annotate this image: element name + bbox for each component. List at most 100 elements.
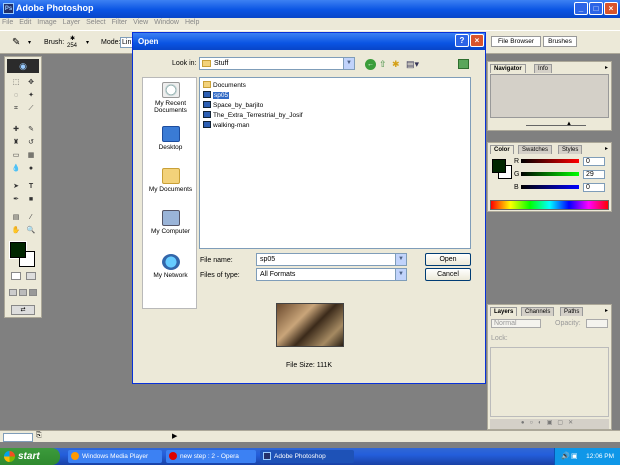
foreground-color-front[interactable]: [10, 242, 26, 258]
screen-mode-standard-icon[interactable]: [9, 289, 17, 296]
status-menu-arrow-icon[interactable]: ▶: [172, 432, 177, 440]
lasso-tool-icon[interactable]: ◌: [10, 90, 22, 101]
list-item[interactable]: Documents: [203, 81, 246, 90]
tab-info[interactable]: Info: [534, 64, 553, 73]
tool-preset-chevron-icon[interactable]: ▾: [28, 39, 31, 46]
menu-help[interactable]: Help: [183, 18, 201, 27]
view-menu-icon[interactable]: ▤▾: [406, 59, 419, 70]
tab-styles[interactable]: Styles: [558, 145, 583, 154]
brushes-tab[interactable]: Brushes: [543, 36, 577, 47]
file-name-input[interactable]: sp05 ▼: [256, 253, 407, 266]
menu-filter[interactable]: Filter: [110, 18, 130, 27]
menu-layer[interactable]: Layer: [61, 18, 83, 27]
g-value-input[interactable]: 29: [583, 170, 605, 179]
tab-color[interactable]: Color: [490, 145, 514, 154]
tab-channels[interactable]: Channels: [521, 307, 555, 316]
opacity-input[interactable]: [586, 319, 608, 328]
list-item[interactable]: walking-man: [203, 121, 250, 130]
place-desktop[interactable]: Desktop: [143, 126, 198, 151]
dialog-help-button[interactable]: ?: [455, 34, 469, 47]
r-slider[interactable]: [521, 159, 579, 163]
crop-tool-icon[interactable]: ⌗: [10, 103, 22, 114]
minimize-button[interactable]: _: [574, 2, 588, 15]
place-recent[interactable]: My Recent Documents: [143, 82, 198, 114]
file-browser-tab[interactable]: File Browser: [491, 36, 541, 47]
clone-stamp-tool-icon[interactable]: ♜: [10, 137, 22, 148]
back-icon[interactable]: ←: [365, 59, 376, 70]
cancel-button[interactable]: Cancel: [425, 268, 471, 281]
r-value-input[interactable]: 0: [583, 157, 605, 166]
g-slider[interactable]: [521, 172, 579, 176]
dodge-tool-icon[interactable]: ●: [25, 163, 37, 174]
place-my-network[interactable]: My Network: [143, 254, 198, 279]
screen-mode-full-menu-icon[interactable]: [19, 289, 27, 296]
b-value-input[interactable]: 0: [583, 183, 605, 192]
screen-mode-full-icon[interactable]: [29, 289, 37, 296]
layers-palette-menu-icon[interactable]: ▸: [605, 307, 608, 314]
place-my-documents[interactable]: My Documents: [143, 168, 198, 193]
taskbar-item-photoshop[interactable]: Adobe Photoshop: [260, 450, 354, 463]
palette-menu-icon[interactable]: ▸: [605, 64, 608, 71]
type-tool-icon[interactable]: T: [25, 181, 37, 192]
navigator-zoom-slider[interactable]: ▲: [496, 121, 608, 129]
brush-preview-icon[interactable]: ✱: [70, 35, 75, 42]
menu-window[interactable]: Window: [152, 18, 181, 27]
brush-picker-chevron-icon[interactable]: ▾: [86, 39, 89, 46]
photoshop-eye-icon[interactable]: ◉: [7, 59, 39, 73]
brush-tool-icon[interactable]: ✎: [12, 37, 20, 48]
start-button[interactable]: start: [0, 448, 60, 465]
document-info-icon[interactable]: ⎘: [36, 432, 42, 440]
volume-icon[interactable]: 🔊: [561, 448, 570, 465]
path-selection-tool-icon[interactable]: ➤: [10, 181, 22, 192]
preview-toggle-icon[interactable]: [458, 59, 469, 69]
list-item-selected[interactable]: sp05: [203, 91, 230, 100]
healing-brush-tool-icon[interactable]: ✚: [10, 124, 22, 135]
tab-paths[interactable]: Paths: [560, 307, 584, 316]
notes-tool-icon[interactable]: ▤: [10, 212, 22, 223]
magic-wand-tool-icon[interactable]: ✦: [25, 90, 37, 101]
open-button[interactable]: Open: [425, 253, 471, 266]
close-button[interactable]: ×: [604, 2, 618, 15]
menu-file[interactable]: File: [0, 18, 15, 27]
taskbar-item-media-player[interactable]: Windows Media Player: [68, 450, 162, 463]
eyedropper-tool-icon[interactable]: ⁄: [25, 212, 37, 223]
dialog-close-button[interactable]: ×: [470, 34, 484, 47]
jump-to-imageready-icon[interactable]: ⇄: [11, 305, 35, 315]
list-item[interactable]: The_Extra_Terrestrial_by_Josif: [203, 111, 303, 120]
look-in-select[interactable]: Stuff ▼: [199, 57, 355, 70]
shape-tool-icon[interactable]: ■: [25, 194, 37, 205]
tab-layers[interactable]: Layers: [490, 307, 518, 316]
quick-mask-mode-icon[interactable]: [26, 272, 36, 280]
menu-view[interactable]: View: [131, 18, 150, 27]
taskbar-item-opera[interactable]: new step : 2 - Opera: [166, 450, 256, 463]
menu-select[interactable]: Select: [84, 18, 107, 27]
eraser-tool-icon[interactable]: ▭: [10, 150, 22, 161]
files-of-type-select[interactable]: All Formats ▼: [256, 268, 407, 281]
color-ramp[interactable]: [490, 200, 609, 210]
b-slider[interactable]: [521, 185, 579, 189]
zoom-slider-thumb-icon[interactable]: ▲: [566, 121, 572, 127]
zoom-tool-icon[interactable]: 🔍: [25, 225, 37, 236]
clock[interactable]: 12:06 PM: [586, 453, 614, 460]
place-my-computer[interactable]: My Computer: [143, 210, 198, 235]
history-brush-tool-icon[interactable]: ↺: [25, 137, 37, 148]
new-folder-icon[interactable]: ✱: [392, 59, 400, 70]
up-folder-icon[interactable]: ⇧: [379, 59, 387, 70]
blur-tool-icon[interactable]: 💧: [10, 163, 22, 174]
move-tool-icon[interactable]: ✥: [25, 77, 37, 88]
standard-mode-icon[interactable]: [11, 272, 21, 280]
marquee-tool-icon[interactable]: ⬚: [10, 77, 22, 88]
maximize-button[interactable]: □: [589, 2, 603, 15]
menu-edit[interactable]: Edit: [17, 18, 33, 27]
slice-tool-icon[interactable]: ⟋: [25, 103, 37, 114]
menu-image[interactable]: Image: [35, 18, 58, 27]
color-palette-menu-icon[interactable]: ▸: [605, 145, 608, 152]
list-item[interactable]: Space_by_barjito: [203, 101, 263, 110]
hand-tool-icon[interactable]: ✋: [10, 225, 22, 236]
pen-tool-icon[interactable]: ✒: [10, 194, 22, 205]
tab-navigator[interactable]: Navigator: [490, 64, 526, 73]
zoom-input[interactable]: [3, 433, 33, 442]
gradient-tool-icon[interactable]: ▦: [25, 150, 37, 161]
brush-tool-icon-box[interactable]: ✎: [25, 124, 37, 135]
color-fg-swatch[interactable]: [492, 159, 506, 173]
